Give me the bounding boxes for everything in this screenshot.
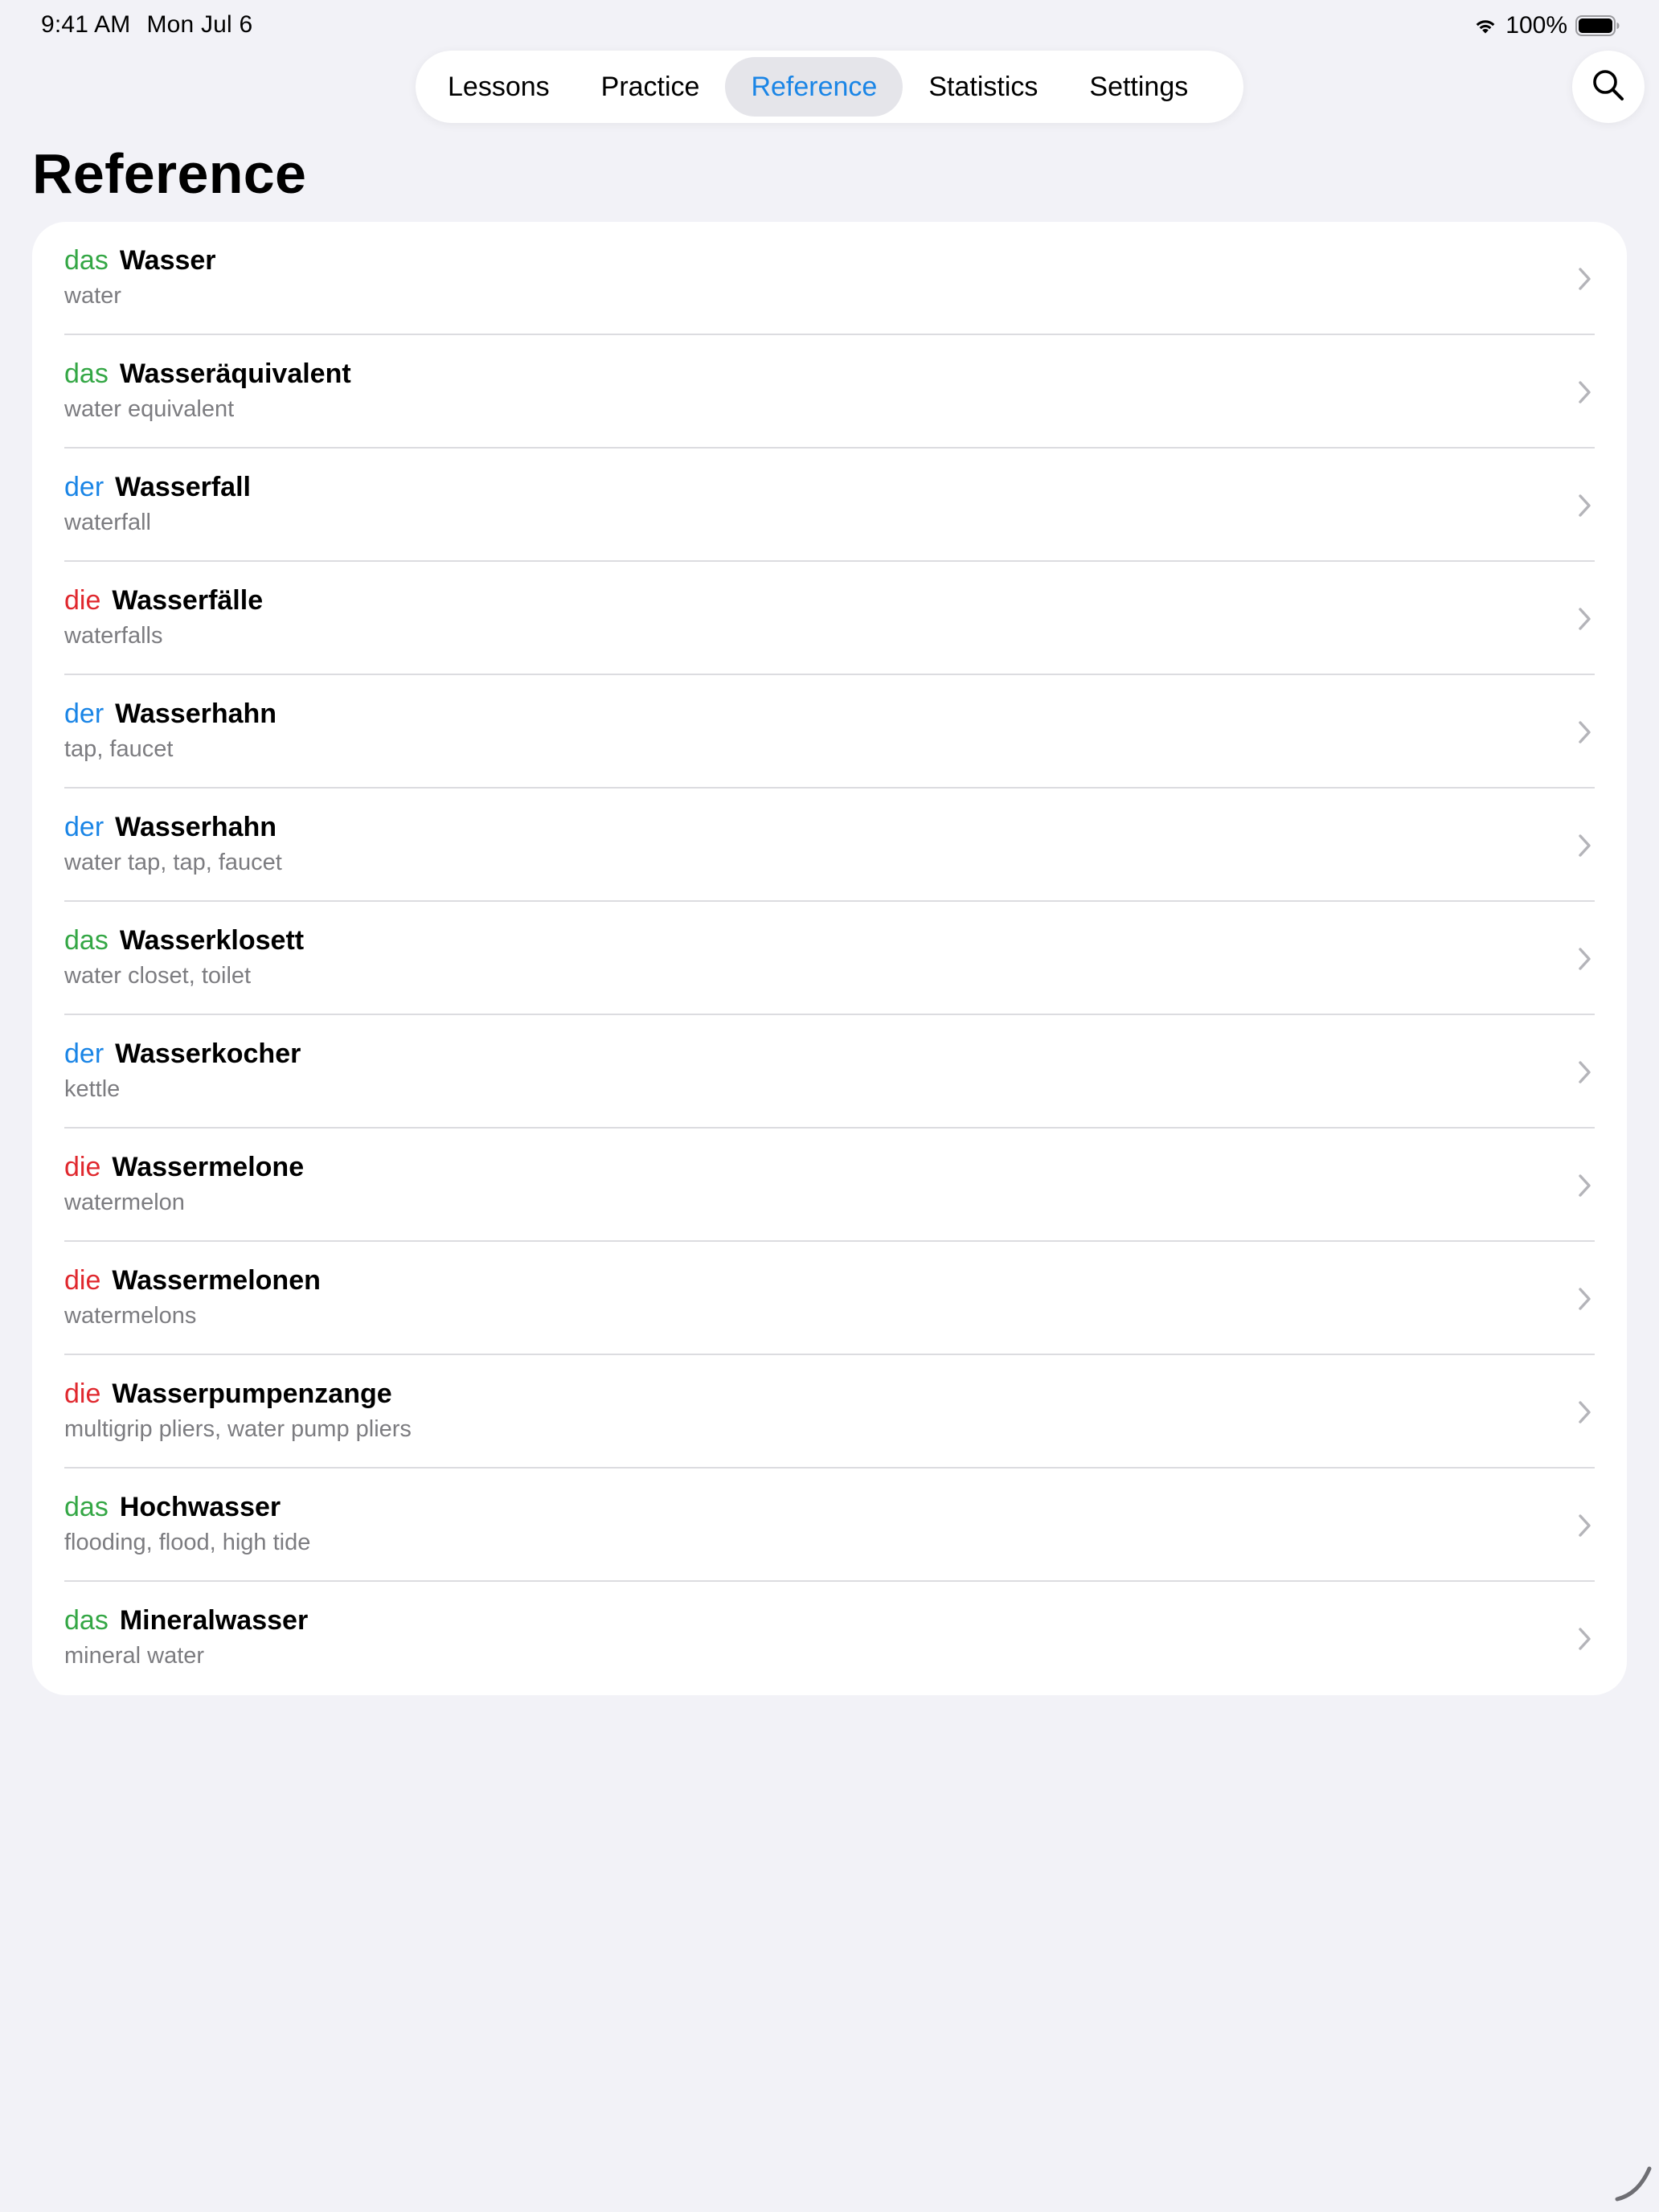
entry-word: Wasserfall <box>115 472 251 502</box>
chevron-right-icon <box>1579 948 1591 970</box>
list-item[interactable]: die Wassermelonen watermelons <box>32 1242 1627 1355</box>
entry-article: das <box>64 1492 109 1522</box>
list-item[interactable]: das Hochwasser flooding, flood, high tide <box>32 1469 1627 1582</box>
entry-translation: flooding, flood, high tide <box>64 1530 311 1555</box>
entry-article: der <box>64 472 104 502</box>
tab-practice[interactable]: Practice <box>576 57 726 117</box>
list-item[interactable]: die Wassermelone watermelon <box>32 1129 1627 1242</box>
status-indicators: 100% <box>1473 11 1620 40</box>
entry-word: Wassermelone <box>112 1152 305 1182</box>
search-icon <box>1591 68 1626 107</box>
list-item[interactable]: das Wasseräquivalent water equivalent <box>32 335 1627 449</box>
entry-title: die Wassermelone <box>64 1151 304 1183</box>
chevron-right-icon <box>1579 834 1591 857</box>
entry-article: die <box>64 1378 101 1409</box>
entry-translation: waterfall <box>64 510 151 535</box>
entry-translation: tap, faucet <box>64 736 174 762</box>
entry-article: das <box>64 358 109 389</box>
entry-word: Mineralwasser <box>119 1605 309 1636</box>
entry-title: der Wasserhahn <box>64 698 276 730</box>
chevron-right-icon <box>1579 608 1591 630</box>
entry-word: Wasserfälle <box>112 585 264 616</box>
entry-translation: watermelons <box>64 1303 197 1329</box>
search-button[interactable] <box>1572 51 1645 123</box>
entry-title: das Wasseräquivalent <box>64 358 351 390</box>
list-item[interactable]: der Wasserkocher kettle <box>32 1015 1627 1129</box>
entry-article: die <box>64 585 101 616</box>
entry-title: die Wasserpumpenzange <box>64 1378 392 1410</box>
entry-translation: water <box>64 283 121 309</box>
entry-title: das Wasserklosett <box>64 924 304 956</box>
tab-statistics[interactable]: Statistics <box>903 57 1063 117</box>
entry-word: Wasserkocher <box>115 1038 301 1069</box>
entry-title: der Wasserkocher <box>64 1038 301 1070</box>
entry-word: Wasserhahn <box>115 812 277 842</box>
entry-title: die Wassermelonen <box>64 1264 321 1296</box>
entry-translation: water tap, tap, faucet <box>64 850 282 875</box>
entry-article: der <box>64 1038 104 1069</box>
entry-translation: watermelon <box>64 1190 185 1215</box>
entry-title: der Wasserhahn <box>64 811 276 843</box>
scroll-indicator <box>1614 2164 1653 2202</box>
entry-translation: kettle <box>64 1076 121 1102</box>
entry-article: das <box>64 245 109 276</box>
status-time: 9:41 AM <box>41 11 131 38</box>
top-tab-bar: Lessons Practice Reference Statistics Se… <box>416 51 1243 123</box>
entry-translation: multigrip pliers, water pump pliers <box>64 1416 412 1442</box>
list-item[interactable]: das Wasser water <box>32 222 1627 335</box>
chevron-right-icon <box>1579 1288 1591 1310</box>
chevron-right-icon <box>1579 494 1591 517</box>
chevron-right-icon <box>1579 1401 1591 1423</box>
tab-lessons[interactable]: Lessons <box>422 57 576 117</box>
entry-article: die <box>64 1265 101 1296</box>
page-title: Reference <box>32 142 307 205</box>
list-item[interactable]: der Wasserhahn tap, faucet <box>32 675 1627 789</box>
status-time-date: 9:41 AM Mon Jul 6 <box>41 11 252 39</box>
chevron-right-icon <box>1579 721 1591 743</box>
entry-article: das <box>64 925 109 956</box>
wifi-icon <box>1473 16 1497 35</box>
entry-title: die Wasserfälle <box>64 584 263 616</box>
chevron-right-icon <box>1579 1628 1591 1650</box>
entry-word: Wasserhahn <box>115 698 277 729</box>
entry-translation: water equivalent <box>64 396 235 422</box>
status-date: Mon Jul 6 <box>146 11 253 38</box>
list-item[interactable]: das Wasserklosett water closet, toilet <box>32 902 1627 1015</box>
entry-word: Wasseräquivalent <box>119 358 351 389</box>
status-bar: 9:41 AM Mon Jul 6 100% <box>0 0 1659 51</box>
chevron-right-icon <box>1579 1514 1591 1537</box>
entry-article: das <box>64 1605 109 1636</box>
entry-word: Hochwasser <box>119 1492 281 1522</box>
entry-title: das Mineralwasser <box>64 1604 308 1636</box>
entry-article: der <box>64 812 104 842</box>
entry-translation: waterfalls <box>64 623 163 649</box>
chevron-right-icon <box>1579 381 1591 403</box>
list-item[interactable]: der Wasserhahn water tap, tap, faucet <box>32 789 1627 902</box>
list-item[interactable]: die Wasserpumpenzange multigrip pliers, wa… <box>32 1355 1627 1469</box>
entry-word: Wassermelonen <box>112 1265 321 1296</box>
entry-translation: mineral water <box>64 1643 205 1669</box>
chevron-right-icon <box>1579 268 1591 290</box>
entry-title: das Wasser <box>64 244 216 276</box>
entry-word: Wasserpumpenzange <box>112 1378 392 1409</box>
tab-reference[interactable]: Reference <box>725 57 903 117</box>
battery-icon <box>1575 15 1620 36</box>
entry-article: die <box>64 1152 101 1182</box>
entry-word: Wasserklosett <box>119 925 305 956</box>
chevron-right-icon <box>1579 1061 1591 1083</box>
list-item[interactable]: der Wasserfall waterfall <box>32 449 1627 562</box>
entry-title: das Hochwasser <box>64 1491 281 1523</box>
battery-percentage: 100% <box>1505 12 1567 39</box>
chevron-right-icon <box>1579 1174 1591 1197</box>
tab-settings[interactable]: Settings <box>1063 57 1214 117</box>
reference-list: das Wasser water das Wasseräquivalent water e… <box>32 222 1627 1695</box>
list-item[interactable]: die Wasserfälle waterfalls <box>32 562 1627 675</box>
entry-title: der Wasserfall <box>64 471 251 503</box>
list-item[interactable]: das Mineralwasser mineral water <box>32 1582 1627 1695</box>
entry-translation: water closet, toilet <box>64 963 252 989</box>
entry-article: der <box>64 698 104 729</box>
entry-word: Wasser <box>119 245 216 276</box>
